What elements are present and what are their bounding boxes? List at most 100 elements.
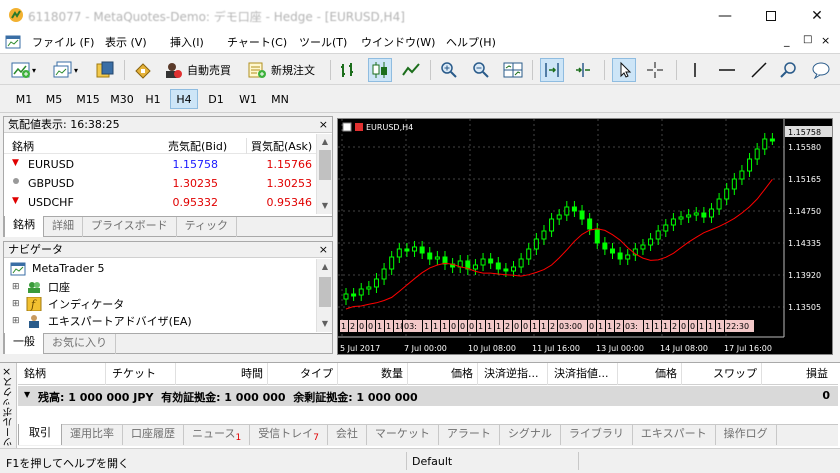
expand-icon[interactable]: ⊞	[12, 299, 26, 309]
col-tp[interactable]: 決済指値...	[548, 363, 618, 385]
navigator-root[interactable]: MetaTrader 5	[10, 260, 104, 277]
horizontal-line-button[interactable]	[716, 58, 738, 82]
bar-chart-button[interactable]	[337, 58, 359, 82]
chart-window[interactable]: 1.15580 1.15165 1.14750 1.14335 1.13920 1.135…	[337, 118, 833, 355]
col-symbol[interactable]: 銘柄	[18, 363, 106, 385]
tab-favorites[interactable]: お気に入り	[44, 334, 116, 354]
market-watch-close-icon[interactable]: ×	[319, 117, 328, 133]
line-chart-button[interactable]	[400, 58, 422, 82]
navigator-scrollbar[interactable]: ▲ ▼	[316, 259, 332, 332]
navigator-item-experts[interactable]: ⊞ エキスパートアドバイザ(EA)	[12, 312, 192, 329]
scroll-up-icon[interactable]: ▲	[317, 134, 333, 150]
timeframe-d1[interactable]: D1	[202, 89, 230, 109]
new-order-button[interactable]: 新規注文	[246, 58, 315, 82]
balance-row[interactable]: ▼ 残高: 1 000 000 JPY 有効証拠金: 1 000 000 余剰証…	[18, 386, 838, 406]
market-watch-row[interactable]: GBPUSD 1.30235 1.30253	[4, 174, 316, 193]
col-type[interactable]: タイプ	[268, 363, 338, 385]
profiles-button[interactable]: ▾	[52, 58, 78, 82]
timeframe-w1[interactable]: W1	[234, 89, 262, 109]
market-watch-row[interactable]: ▼ EURUSD 1.15758 1.15766	[4, 155, 316, 174]
metaeditor-button[interactable]	[132, 58, 154, 82]
market-watch-scrollbar[interactable]: ▲ ▼	[316, 134, 332, 214]
menu-insert[interactable]: 挿入(I)	[170, 34, 204, 50]
trendline-button[interactable]	[748, 58, 770, 82]
minimize-button[interactable]: —	[702, 0, 748, 31]
event-marker-label: 0	[460, 322, 465, 331]
menu-tools[interactable]: ツール(T)	[299, 34, 347, 50]
market-watch-row[interactable]: ▼ USDCHF 0.95332 0.95346	[4, 193, 316, 212]
zoom-in-button[interactable]	[438, 58, 460, 82]
tab-general[interactable]: 一般	[4, 333, 44, 354]
menu-window[interactable]: ウインドウ(W)	[361, 34, 435, 50]
tab-signals[interactable]: シグナル	[500, 425, 561, 445]
close-button[interactable]: ✕	[794, 0, 840, 31]
tab-company[interactable]: 会社	[328, 425, 367, 445]
timeframe-mn[interactable]: MN	[266, 89, 294, 109]
tab-alerts[interactable]: アラート	[439, 425, 500, 445]
col-sl[interactable]: 決済逆指...	[478, 363, 548, 385]
tab-symbols[interactable]: 銘柄	[4, 216, 44, 237]
tab-history[interactable]: 口座履歴	[123, 425, 184, 445]
menu-help[interactable]: ヘルプ(H)	[446, 34, 496, 50]
tab-news[interactable]: ニュース1	[184, 425, 251, 445]
tab-exposure[interactable]: 運用比率	[62, 425, 123, 445]
col-volume[interactable]: 数量	[338, 363, 408, 385]
crosshair-button[interactable]	[644, 58, 666, 82]
price-chart[interactable]: 1.15580 1.15165 1.14750 1.14335 1.13920 1.135…	[338, 119, 832, 354]
timeframe-m30[interactable]: M30	[106, 89, 138, 109]
menu-view[interactable]: 表示 (V)	[105, 34, 147, 50]
autoscroll-button[interactable]	[540, 58, 564, 82]
col-profit[interactable]: 損益	[762, 363, 832, 385]
vertical-line-button[interactable]	[684, 58, 706, 82]
cursor-button[interactable]	[612, 58, 636, 82]
col-ask[interactable]: 買気配(Ask)	[246, 138, 312, 154]
scroll-thumb[interactable]	[319, 277, 331, 307]
tab-trade[interactable]: 取引	[18, 424, 62, 445]
tile-windows-button[interactable]	[502, 58, 524, 82]
mdi-minimize-icon[interactable]: _	[784, 34, 790, 47]
col-price[interactable]: 価格	[408, 363, 478, 385]
menu-file[interactable]: ファイル (F)	[32, 34, 94, 50]
scroll-down-icon[interactable]: ▼	[317, 198, 333, 214]
col-ticket[interactable]: チケット	[106, 363, 176, 385]
chat-button[interactable]	[810, 58, 832, 82]
tab-mailbox[interactable]: 受信トレイ7	[250, 425, 328, 445]
search-button[interactable]	[778, 58, 800, 82]
tab-journal[interactable]: 操作ログ	[716, 425, 777, 445]
scroll-thumb[interactable]	[319, 150, 331, 180]
tab-experts[interactable]: エキスパート	[633, 425, 716, 445]
menu-chart[interactable]: チャート(C)	[227, 34, 287, 50]
timeframe-m5[interactable]: M5	[40, 89, 68, 109]
mdi-restore-icon[interactable]: □	[803, 34, 812, 45]
new-chart-button[interactable]: ▾	[10, 58, 36, 82]
timeframe-m1[interactable]: M1	[10, 89, 38, 109]
col-swap[interactable]: スワップ	[682, 363, 762, 385]
col-bid[interactable]: 売気配(Bid)	[168, 138, 227, 154]
tab-price-board[interactable]: プライスボード	[83, 217, 177, 237]
expand-icon[interactable]: ⊞	[12, 316, 26, 326]
scroll-down-icon[interactable]: ▼	[317, 316, 333, 332]
timeframe-h4[interactable]: H4	[170, 89, 198, 109]
maximize-button[interactable]	[748, 0, 794, 31]
navigator-close-icon[interactable]: ×	[319, 242, 328, 258]
timeframe-m15[interactable]: M15	[72, 89, 104, 109]
market-watch-button[interactable]	[94, 58, 116, 82]
auto-trading-button[interactable]: 自動売買	[162, 58, 231, 82]
col-symbol[interactable]: 銘柄	[12, 138, 34, 154]
tab-ticks[interactable]: ティック	[177, 217, 238, 237]
col-close-price[interactable]: 価格	[618, 363, 682, 385]
zoom-out-button[interactable]	[470, 58, 492, 82]
tab-market[interactable]: マーケット	[367, 425, 439, 445]
mdi-close-icon[interactable]: ×	[821, 34, 830, 47]
chart-shift-button[interactable]	[572, 58, 594, 82]
candlestick-button[interactable]	[368, 58, 392, 82]
navigator-item-indicators[interactable]: ⊞ f インディケータ	[12, 295, 124, 312]
col-time[interactable]: 時間	[176, 363, 268, 385]
timeframe-h1[interactable]: H1	[140, 89, 166, 109]
tab-details[interactable]: 詳細	[44, 217, 83, 237]
tab-library[interactable]: ライブラリ	[561, 425, 633, 445]
expand-icon[interactable]: ⊞	[12, 282, 26, 292]
scroll-up-icon[interactable]: ▲	[317, 259, 333, 275]
navigator-item-accounts[interactable]: ⊞ 口座	[12, 278, 70, 295]
collapse-icon[interactable]: ▼	[24, 390, 30, 399]
